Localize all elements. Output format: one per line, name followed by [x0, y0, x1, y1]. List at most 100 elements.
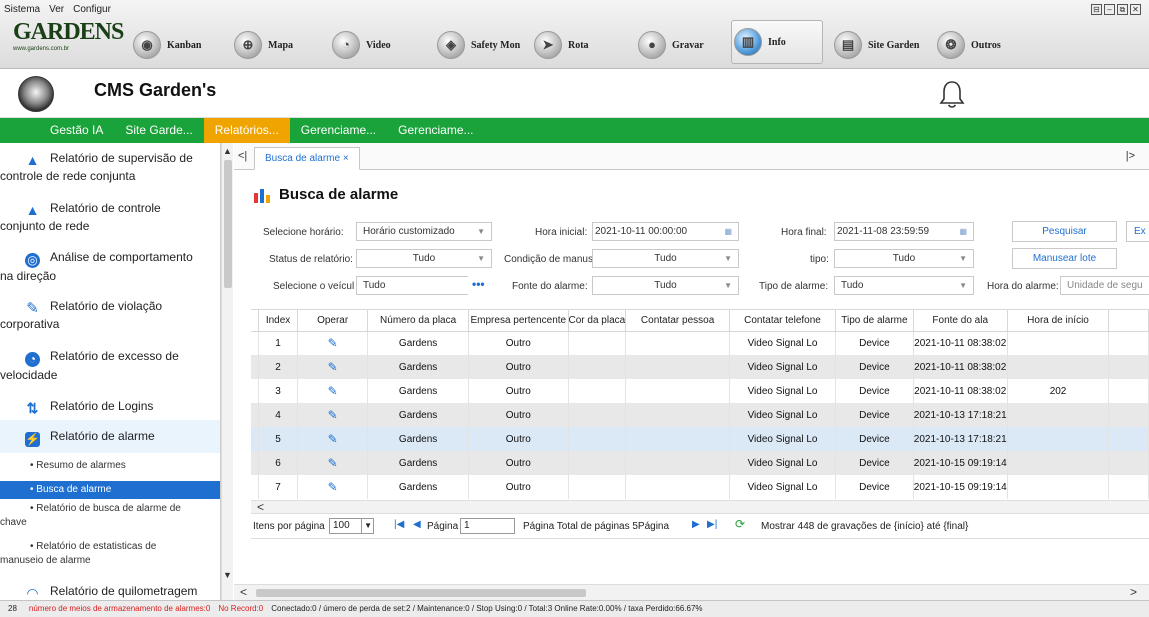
first-page-icon[interactable]: |◀ [394, 519, 404, 530]
next-page-icon[interactable]: ▶ [692, 519, 700, 530]
sidebar-subitem-busca-alarme-chave[interactable]: • Relatório de busca de alarme de chave [0, 502, 210, 530]
calendar-icon[interactable]: ▦ [724, 223, 732, 240]
menu-sistema[interactable]: Sistema [4, 4, 40, 15]
table-row[interactable]: 5 ✎ Gardens Outro Video Signal Lo Device 2021-… [251, 427, 1149, 451]
sidebar-scrollbar[interactable] [221, 143, 233, 600]
nav-kanban-button[interactable]: ◉ Kanban [131, 26, 207, 64]
operate-cell[interactable]: ✎ [297, 379, 369, 403]
sidebar-item-excesso-velocidade[interactable]: ◔ Relatório de excesso de velocidade [0, 348, 220, 384]
edit-pencil-icon[interactable]: ✎ [328, 480, 338, 494]
nav-video-button[interactable]: ◔ Video [330, 26, 397, 64]
scroll-up-icon[interactable]: ▲ [223, 146, 232, 156]
tab-prev-icon[interactable]: <| [238, 150, 247, 162]
main-horizontal-scrollbar[interactable]: < > [234, 584, 1149, 600]
calendar-icon[interactable]: ▦ [959, 223, 967, 240]
bell-icon[interactable] [938, 79, 966, 109]
sidebar-item-violacao-corporativa[interactable]: ✎ Relatório de violação corporativa [0, 298, 220, 333]
edit-pencil-icon[interactable]: ✎ [328, 384, 338, 398]
module-tab-gestao-ia[interactable]: Gestão IA [0, 118, 114, 143]
nav-rota-button[interactable]: ➤ Rota [532, 26, 595, 64]
table-row[interactable]: 7 ✎ Gardens Outro Video Signal Lo Device 2021-… [251, 475, 1149, 499]
nav-gravar-button[interactable]: ● Gravar [636, 26, 710, 64]
sidebar-subitem-estatisticas-manuseio[interactable]: • Relatório de estatisticas de manuseio … [0, 540, 200, 568]
edit-pencil-icon[interactable]: ✎ [328, 360, 338, 374]
column-header-operar[interactable]: Operar [297, 310, 369, 332]
sidebar-item-comportamento-direcao[interactable]: ◎ Análise de comportamento na direção [0, 249, 220, 285]
nav-info-button[interactable]: ▥ Info [731, 20, 823, 64]
column-header-contatar-pessoa[interactable]: Contatar pessoa [625, 310, 730, 332]
end-time-input[interactable]: 2021-11-08 23:59:59 ▦ [834, 222, 974, 241]
minimize-icon[interactable]: – [1104, 4, 1115, 15]
column-header-extra[interactable] [1108, 310, 1149, 332]
alarm-source-select[interactable]: Tudo ▼ [592, 276, 739, 295]
operate-cell[interactable]: ✎ [297, 355, 369, 379]
batch-handle-button[interactable]: Manusear lote [1012, 248, 1117, 269]
operate-cell[interactable]: ✎ [297, 331, 369, 355]
type-select[interactable]: Tudo ▼ [834, 249, 974, 268]
close-icon[interactable]: ✕ [1130, 4, 1141, 15]
column-header-hora-inicio[interactable]: Hora de início [1007, 310, 1110, 332]
per-page-select[interactable]: 100 ▼ [329, 518, 374, 534]
column-header-empresa[interactable]: Empresa pertencente [468, 310, 569, 332]
vehicle-select-input[interactable]: Tudo [356, 276, 468, 295]
module-tab-gerenciamento-1[interactable]: Gerenciame... [290, 118, 387, 143]
sidebar-item-logins[interactable]: ⇅ Relatório de Logins [0, 398, 220, 416]
module-tab-relatorios[interactable]: Relatórios... [203, 118, 290, 143]
menu-configur[interactable]: Configur [73, 4, 111, 15]
operate-cell[interactable]: ✎ [297, 403, 369, 427]
nav-outros-button[interactable]: ❂ Outros [935, 26, 1007, 64]
edit-pencil-icon[interactable]: ✎ [328, 408, 338, 422]
nav-mapa-button[interactable]: ⊕ Mapa [232, 26, 299, 64]
edit-pencil-icon[interactable]: ✎ [328, 456, 338, 470]
sidebar-subitem-resumo-alarmes[interactable]: • Resumo de alarmes [0, 459, 220, 473]
column-header-cor-placa[interactable]: Cor da placa [568, 310, 627, 332]
column-header-tipo-alarme[interactable]: Tipo de alarme [835, 310, 914, 332]
refresh-icon[interactable]: ⟳ [735, 517, 745, 531]
start-time-input[interactable]: 2021-10-11 00:00:00 ▦ [592, 222, 739, 241]
scroll-left-icon[interactable]: < [240, 585, 247, 599]
table-row[interactable]: 4 ✎ Gardens Outro Video Signal Lo Device 2021-… [251, 403, 1149, 427]
table-row[interactable]: 3 ✎ Gardens Outro Video Signal Lo Device 2021-… [251, 379, 1149, 403]
table-horizontal-scrollbar[interactable]: < [251, 500, 1149, 514]
module-tab-site-garden[interactable]: Site Garde... [114, 118, 203, 143]
table-row[interactable]: 2 ✎ Gardens Outro Video Signal Lo Device 2021-… [251, 355, 1149, 379]
last-page-icon[interactable]: ▶| [707, 519, 717, 530]
tab-busca-alarme[interactable]: Busca de alarme × [254, 147, 360, 170]
scroll-left-icon[interactable]: < [257, 500, 264, 514]
scrollbar-thumb[interactable] [256, 589, 586, 597]
operate-cell[interactable]: ✎ [297, 427, 369, 451]
page-number-input[interactable]: 1 [460, 518, 515, 534]
sidebar-item-controle-rede[interactable]: ▲ Relatório de controle conjunto de rede [0, 200, 220, 235]
column-header-contatar-telefone[interactable]: Contatar telefone [729, 310, 837, 332]
scrollbar-thumb[interactable] [224, 160, 232, 288]
edit-pencil-icon[interactable]: ✎ [328, 336, 338, 350]
sidebar-item-supervisao-rede[interactable]: ▲ Relatório de supervisão de controle de … [0, 150, 220, 185]
table-row[interactable]: 1 ✎ Gardens Outro Video Signal Lo Device 2021-… [251, 331, 1149, 355]
handling-condition-select[interactable]: Tudo ▼ [592, 249, 739, 268]
column-header-index[interactable]: Index [258, 310, 299, 332]
restore-icon[interactable]: ⊟ [1091, 4, 1102, 15]
tab-close-icon[interactable]: × [343, 153, 349, 164]
edit-pencil-icon[interactable]: ✎ [328, 432, 338, 446]
sidebar-subitem-busca-alarme[interactable]: • Busca de alarme [0, 481, 220, 499]
prev-page-icon[interactable]: ◀ [413, 519, 421, 530]
report-status-select[interactable]: Tudo ▼ [356, 249, 492, 268]
sidebar-item-alarme[interactable]: ⚡ Relatório de alarme [0, 420, 220, 453]
menu-ver[interactable]: Ver [49, 4, 64, 15]
search-button[interactable]: Pesquisar [1012, 221, 1117, 242]
export-button[interactable]: Ex [1126, 221, 1149, 242]
maximize-icon[interactable]: ⧉ [1117, 4, 1128, 15]
nav-safety-mon-button[interactable]: ◈ Safety Mon [435, 26, 526, 64]
column-header-fonte-alarme[interactable]: Fonte do ala [913, 310, 1008, 332]
scroll-down-icon[interactable]: ▼ [223, 570, 232, 580]
tab-next-icon[interactable]: |> [1126, 150, 1135, 162]
alarm-type-select[interactable]: Tudo ▼ [834, 276, 974, 295]
table-row[interactable]: 6 ✎ Gardens Outro Video Signal Lo Device 2021-… [251, 451, 1149, 475]
sidebar-item-quilometragem[interactable]: ◠ Relatório de quilometragem [0, 583, 220, 600]
module-tab-gerenciamento-2[interactable]: Gerenciame... [387, 118, 484, 143]
alarm-time-unit-select[interactable]: Unidade de segu [1060, 276, 1149, 295]
column-header-placa[interactable]: Número da placa [367, 310, 470, 332]
time-select[interactable]: Horário customizado ▼ [356, 222, 492, 241]
operate-cell[interactable]: ✎ [297, 451, 369, 475]
operate-cell[interactable]: ✎ [297, 475, 369, 499]
